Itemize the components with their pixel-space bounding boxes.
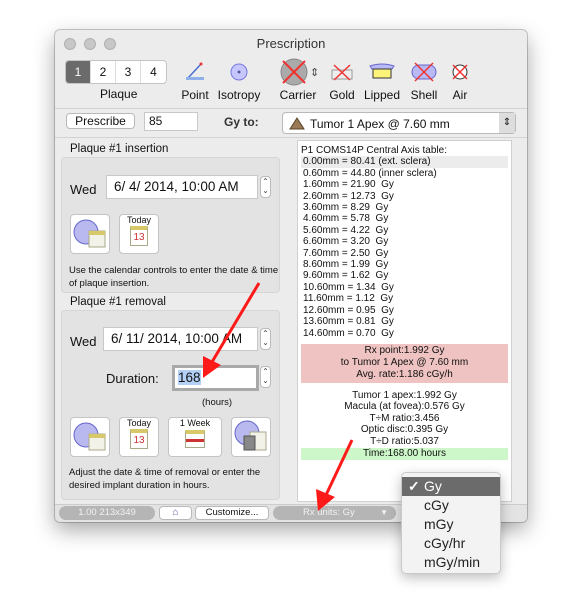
annotation-arrow-units xyxy=(316,439,354,511)
annotation-arrow-duration xyxy=(203,282,261,378)
annotation-arrows xyxy=(203,282,354,511)
